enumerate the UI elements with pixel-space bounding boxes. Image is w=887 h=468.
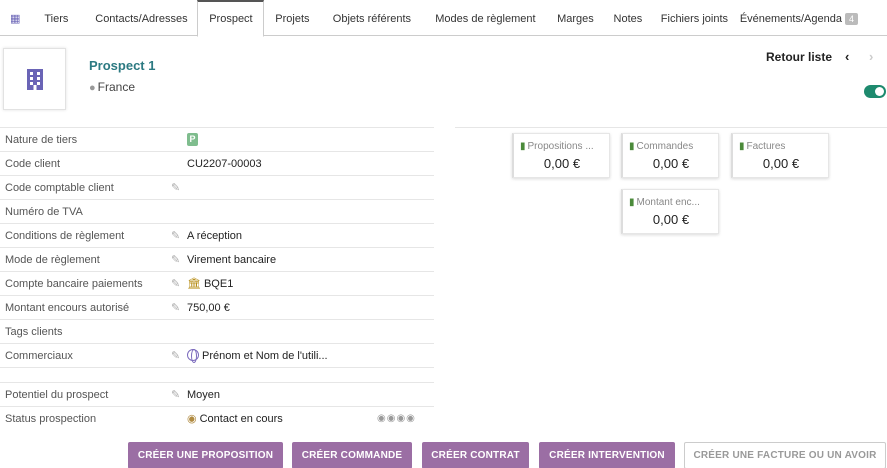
field-row-tva: Numéro de TVA (0, 199, 434, 223)
stat-factures[interactable]: ▮ Factures 0,00 € (731, 133, 829, 178)
field-row-encours: Montant encours autorisé ✎ 750,00 € (0, 295, 434, 319)
field-label: Montant encours autorisé (5, 301, 130, 314)
stat-propositions[interactable]: ▮ Propositions ... 0,00 € (512, 133, 610, 178)
tab-notes[interactable]: Notes (603, 0, 652, 36)
company-logo (3, 48, 66, 110)
field-label: Tags clients (5, 325, 63, 338)
field-row-commerciaux: Commerciaux ✎ Prénom et Nom de l'utili..… (0, 343, 434, 367)
divider (0, 367, 434, 382)
pencil-icon[interactable]: ✎ (171, 229, 180, 242)
status-change-icons[interactable]: ◉◉◉◉ (377, 413, 416, 424)
field-row-compte: Compte bancaire paiements ✎ 🏛 BQE1 (0, 271, 434, 295)
document-icon: ▮ (629, 141, 635, 152)
third-party-fields: Nature de tiers P Code client CU2207-000… (0, 127, 434, 430)
sales-rep-link[interactable]: Prénom et Nom de l'utili... (187, 349, 328, 363)
divider (455, 127, 887, 128)
back-to-list-link[interactable]: Retour liste (766, 50, 832, 64)
field-value: 750,00 € (187, 301, 230, 314)
field-value: Moyen (187, 388, 221, 401)
field-label: Mode de règlement (5, 253, 100, 266)
status-icon: ◉ (187, 413, 197, 425)
building-icon: ▦ (10, 13, 21, 25)
create-contract-button[interactable]: CRÉER CONTRAT (422, 442, 529, 468)
pencil-icon[interactable]: ✎ (171, 301, 180, 314)
create-invoice-button[interactable]: CRÉER UNE FACTURE OU UN AVOIR (684, 442, 886, 468)
field-label: Potentiel du prospect (5, 388, 109, 401)
tab-bar: ▦ Tiers Contacts/Adresses Prospect Proje… (0, 0, 887, 37)
field-value: CU2207-00003 (187, 157, 262, 170)
field-label: Code client (5, 157, 61, 170)
country-line: ● France (89, 80, 135, 94)
field-row-conditions: Conditions de règlement ✎ A réception (0, 223, 434, 247)
pencil-icon[interactable]: ✎ (171, 253, 180, 266)
globe-icon (187, 349, 199, 363)
field-value-bank[interactable]: 🏛 BQE1 (187, 277, 233, 290)
field-label: Status prospection (5, 412, 97, 425)
field-row-nature: Nature de tiers P (0, 127, 434, 151)
field-row-code-client: Code client CU2207-00003 (0, 151, 434, 175)
map-pin-icon: ● (89, 82, 96, 94)
field-label: Numéro de TVA (5, 205, 83, 218)
page-title: Prospect 1 (89, 58, 156, 73)
tab-fichiers-joints[interactable]: Fichiers joints (652, 0, 736, 36)
field-value: A réception (187, 229, 243, 242)
field-row-status: Status prospection ◉ Contact en cours ◉◉◉… (0, 406, 434, 430)
field-label: Code comptable client (5, 181, 114, 194)
tab-prospect[interactable]: Prospect (197, 0, 265, 37)
building-icon (26, 69, 43, 90)
field-label: Compte bancaire paiements (5, 277, 143, 290)
document-icon: ▮ (629, 197, 635, 208)
field-label: Conditions de règlement (5, 229, 125, 242)
pencil-icon[interactable]: ✎ (171, 388, 180, 401)
field-row-code-comptable: Code comptable client ✎ (0, 175, 434, 199)
tab-company-icon[interactable]: ▦ (0, 0, 27, 36)
field-value: ◉ Contact en cours (187, 413, 283, 425)
chevron-left-icon[interactable]: ‹ (845, 49, 849, 64)
stat-commandes[interactable]: ▮ Commandes 0,00 € (621, 133, 719, 178)
tab-evenements-agenda[interactable]: Événements/Agenda 4 (736, 0, 861, 36)
agenda-count-badge: 4 (844, 12, 858, 25)
field-row-potentiel: Potentiel du prospect ✎ Moyen (0, 382, 434, 406)
status-toggle[interactable] (864, 85, 886, 98)
document-icon: ▮ (739, 141, 745, 152)
field-value: Virement bancaire (187, 253, 277, 266)
pencil-icon[interactable]: ✎ (171, 181, 180, 194)
create-order-button[interactable]: CRÉER COMMANDE (292, 442, 412, 468)
tab-tiers[interactable]: Tiers (27, 0, 85, 36)
create-intervention-button[interactable]: CRÉER INTERVENTION (539, 442, 675, 468)
field-row-tags: Tags clients (0, 319, 434, 343)
tab-marges[interactable]: Marges (547, 0, 603, 36)
country-label: France (97, 80, 136, 94)
field-label: Commerciaux (5, 349, 73, 362)
prospect-badge: P (187, 133, 198, 146)
field-label: Nature de tiers (5, 133, 78, 146)
document-icon: ▮ (520, 141, 526, 152)
tab-objets-referents[interactable]: Objets référents (320, 0, 423, 36)
create-proposal-button[interactable]: CRÉER UNE PROPOSITION (128, 442, 283, 468)
bank-icon: 🏛 (187, 278, 201, 290)
pencil-icon[interactable]: ✎ (171, 277, 180, 290)
tab-projets[interactable]: Projets (264, 0, 320, 36)
pencil-icon[interactable]: ✎ (171, 349, 180, 362)
chevron-right-icon[interactable]: › (869, 49, 873, 64)
tab-modes-reglement[interactable]: Modes de règlement (423, 0, 547, 36)
tab-contacts[interactable]: Contacts/Adresses (85, 0, 197, 36)
stat-montant-encours[interactable]: ▮ Montant enc... 0,00 € (621, 189, 719, 234)
field-row-mode: Mode de règlement ✎ Virement bancaire (0, 247, 434, 271)
